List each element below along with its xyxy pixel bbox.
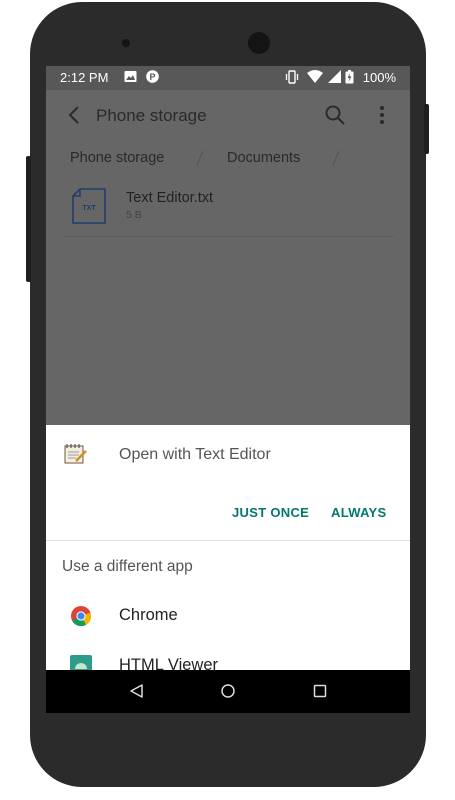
status-time: 2:12 PM	[60, 70, 109, 85]
txt-file-icon: TXT	[72, 188, 106, 224]
front-sensor	[122, 39, 130, 47]
breadcrumb-item-documents[interactable]: Documents	[227, 150, 300, 166]
wifi-icon	[307, 70, 323, 83]
earpiece	[248, 32, 270, 54]
text-editor-icon	[64, 444, 87, 464]
file-icon-label: TXT	[82, 205, 96, 212]
battery-percent: 100%	[362, 70, 396, 85]
breadcrumb-item-phone-storage[interactable]: Phone storage	[70, 150, 164, 166]
chrome-icon	[71, 606, 92, 627]
just-once-button[interactable]: JUST ONCE	[232, 505, 309, 520]
more-vert-icon[interactable]	[372, 104, 392, 126]
divider	[46, 540, 410, 541]
battery-icon	[345, 70, 354, 84]
nav-back-icon[interactable]	[128, 683, 144, 699]
power-button	[424, 104, 429, 154]
file-name: Text Editor.txt	[126, 190, 214, 206]
file-size: 5 B	[126, 209, 142, 221]
chooser-title: Open with Text Editor	[119, 446, 271, 463]
breadcrumb-separator-icon	[196, 150, 204, 166]
status-bar: 2:12 PM P 100%	[46, 66, 410, 90]
file-list-item[interactable]: TXT Text Editor.txt 5 B	[64, 184, 394, 237]
parking-icon: P	[146, 70, 159, 83]
svg-text:P: P	[149, 72, 155, 82]
chooser-sheet: Open with Text Editor JUST ONCE ALWAYS U…	[46, 425, 410, 677]
app-bar: Phone storage	[46, 90, 410, 140]
breadcrumb: Phone storage Documents	[46, 146, 410, 172]
nav-home-icon[interactable]	[220, 683, 236, 699]
navigation-bar	[46, 670, 410, 713]
app-option-label: Chrome	[119, 606, 178, 624]
vibrate-icon	[285, 70, 299, 84]
nav-recents-icon[interactable]	[312, 683, 328, 699]
app-option-chrome[interactable]: Chrome	[46, 595, 410, 637]
page-title: Phone storage	[96, 106, 207, 125]
search-icon[interactable]	[324, 104, 346, 126]
breadcrumb-separator-icon	[332, 150, 340, 166]
back-arrow-icon[interactable]	[64, 104, 86, 126]
signal-icon	[328, 70, 341, 83]
screen: 2:12 PM P 100% Phone storage Phone stora…	[46, 66, 410, 713]
different-app-heading: Use a different app	[62, 558, 193, 575]
volume-button	[26, 156, 31, 282]
image-icon	[124, 71, 137, 82]
always-button[interactable]: ALWAYS	[331, 505, 387, 520]
